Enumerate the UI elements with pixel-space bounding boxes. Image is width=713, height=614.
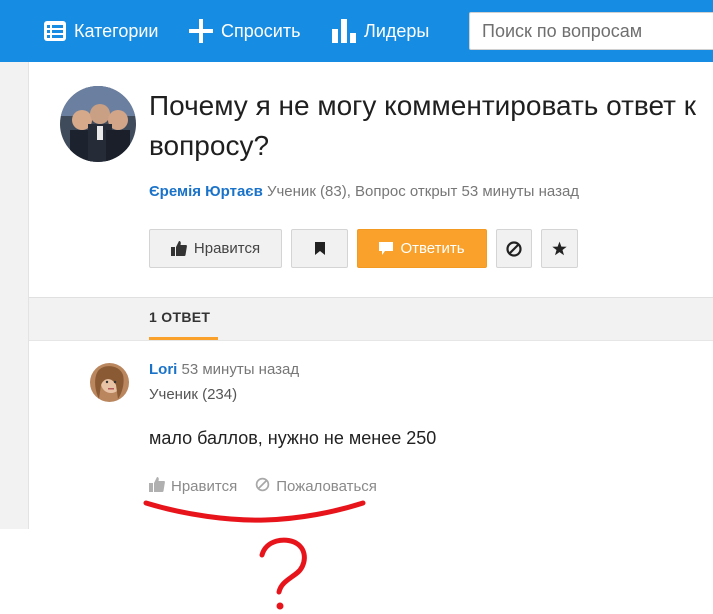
question-title: Почему я не могу комментировать ответ к … (149, 90, 696, 161)
top-nav-bar: Категории Спросить Лидеры (0, 0, 713, 62)
question-meta-text: Ученик (83), Вопрос открыт 53 минуты наз… (262, 183, 580, 200)
bar-chart-icon (332, 19, 356, 43)
block-icon (506, 240, 522, 257)
answer-text: мало баллов, нужно не менее 250 (149, 428, 437, 448)
answer-report-label: Пожаловаться (276, 478, 377, 495)
like-button-label: Нравится (193, 240, 261, 257)
nav-categories[interactable]: Категории (44, 0, 158, 62)
left-gutter (0, 62, 29, 529)
nav-ask-label: Спросить (221, 20, 301, 41)
answer-author-avatar[interactable] (90, 363, 129, 402)
answers-section-header (29, 297, 713, 341)
block-icon (255, 477, 270, 496)
like-button[interactable]: Нравится (149, 229, 282, 268)
nav-ask[interactable]: Спросить (189, 0, 300, 62)
question-meta: Єремія Юртаєв Ученик (83), Вопрос открыт… (149, 183, 579, 200)
active-tab-indicator (149, 337, 218, 340)
nav-leaders[interactable]: Лидеры (332, 0, 429, 62)
answer-button-label: Ответить (400, 240, 465, 257)
answer-time: 53 минуты назад (177, 361, 300, 378)
answer-like-label: Нравится (171, 478, 238, 495)
question-author-link[interactable]: Єремія Юртаєв (149, 183, 263, 200)
search-input[interactable] (469, 12, 713, 50)
report-button[interactable] (496, 229, 532, 268)
star-icon (552, 241, 567, 256)
bookmark-icon (314, 242, 325, 255)
nav-categories-label: Категории (74, 20, 159, 41)
answer-author-link[interactable]: Lori (149, 361, 177, 378)
thumbs-up-icon (149, 477, 165, 496)
answer-report-link[interactable]: Пожаловаться (255, 477, 377, 496)
answer-actions: Нравится Пожаловаться (149, 477, 377, 496)
answer-button[interactable]: Ответить (357, 229, 487, 268)
comment-icon (379, 242, 394, 255)
list-icon (44, 21, 66, 41)
answer-meta: Lori 53 минуты назад (149, 361, 299, 378)
tab-answers[interactable]: 1 ОТВЕТ (149, 309, 210, 325)
question-author-avatar[interactable] (60, 86, 136, 162)
answer-like-link[interactable]: Нравится (149, 477, 237, 496)
answer-author-rank: Ученик (234) (149, 386, 238, 403)
nav-leaders-label: Лидеры (364, 20, 430, 41)
plus-icon (189, 19, 213, 43)
bookmark-button[interactable] (291, 229, 348, 268)
thumbs-up-icon (170, 241, 187, 256)
favorite-button[interactable] (541, 229, 578, 268)
